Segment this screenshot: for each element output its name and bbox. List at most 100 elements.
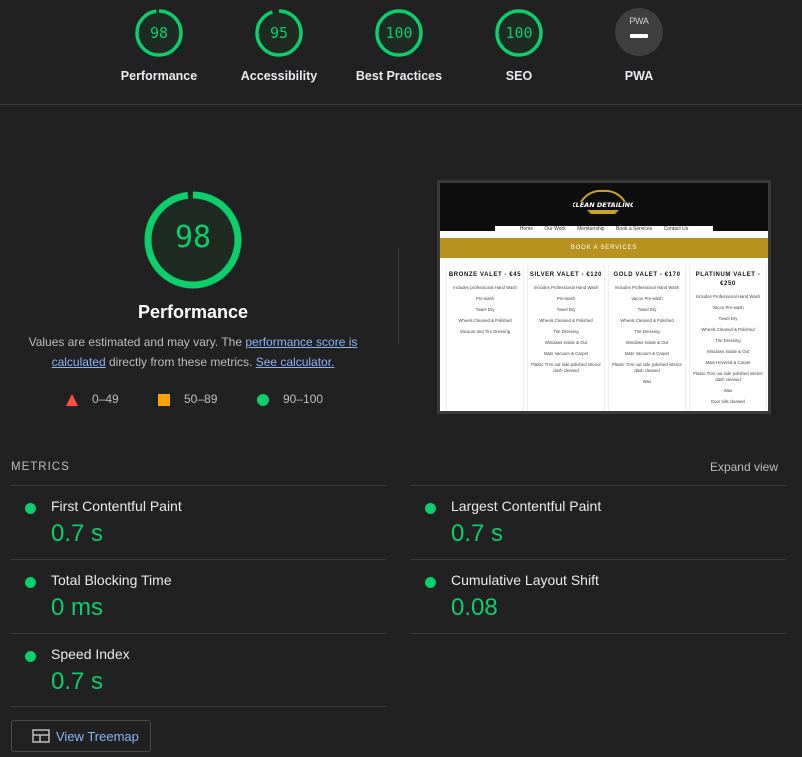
category-seo[interactable]: 100 SEO xyxy=(459,8,579,83)
pricing-card-item: Plastic Trim out side polished interior … xyxy=(693,371,763,382)
pricing-card-item: Wheels Cleaned & Polished xyxy=(701,327,755,332)
pricing-card-item: Towel Dry xyxy=(556,307,576,312)
pricing-card-item: Vacoo Pre-wash xyxy=(712,305,744,310)
metrics-divider xyxy=(411,485,786,486)
performance-score-value: 98 xyxy=(149,24,169,42)
performance-score-gauge: 98 xyxy=(134,8,184,58)
pricing-card-item: Windows Inside & Out xyxy=(544,340,588,345)
site-nav-item: Membership xyxy=(577,226,605,232)
metric-value: 0.7 s xyxy=(51,668,104,695)
metric-value: 0.08 xyxy=(451,594,498,621)
metrics-heading: METRICS xyxy=(11,461,70,473)
pricing-card-item: Tire Dressing xyxy=(553,329,579,334)
pass-circle-icon xyxy=(25,503,36,514)
metric-title: First Contentful Paint xyxy=(51,498,182,514)
seo-score-gauge: 100 xyxy=(494,8,544,58)
pricing-card-item: Tire Dressing xyxy=(634,329,660,334)
view-treemap-label: View Treemap xyxy=(56,729,139,744)
performance-title: Performance xyxy=(137,302,249,322)
metrics-divider xyxy=(11,633,386,634)
pricing-card-item: Mats Vacuum & Carpet xyxy=(624,351,670,356)
performance-category-label: Performance xyxy=(120,69,198,83)
pricing-card-item: Tire Dressing xyxy=(715,338,741,343)
metric-total-blocking-time: Total Blocking Time 0 ms xyxy=(11,561,386,633)
logo-text: KLEAN DETAILING xyxy=(573,201,633,209)
category-performance[interactable]: 98 Performance xyxy=(99,8,219,83)
view-treemap-button[interactable]: View Treemap xyxy=(11,720,151,752)
pricing-card-item: Pre-wash xyxy=(556,296,576,301)
final-screenshot[interactable]: KLEAN DETAILING Home Our Work Membership… xyxy=(437,180,771,414)
pricing-card-item: Plastic Trim out side polished interior … xyxy=(612,362,682,373)
book-services-banner: BOOK A SERVICES xyxy=(440,238,768,258)
seo-score-value: 100 xyxy=(505,24,533,42)
category-gauges-bar: 98 Performance 95 Accessibility 100 Best… xyxy=(0,0,802,105)
pwa-category-label: PWA xyxy=(624,69,654,83)
see-calculator-link[interactable]: See calculator. xyxy=(256,355,335,369)
pricing-card-title: SILVER VALET - €120 xyxy=(529,272,603,278)
site-nav-item: Home xyxy=(519,226,534,232)
metric-title: Total Blocking Time xyxy=(51,572,172,588)
pass-circle-icon xyxy=(25,577,36,588)
metrics-divider xyxy=(11,485,386,486)
pricing-card-title: GOLD VALET - €170 xyxy=(613,272,681,278)
metric-title: Cumulative Layout Shift xyxy=(451,572,599,588)
pricing-card-item: Includes Professional Hand Wash xyxy=(533,285,599,290)
best-practices-category-label: Best Practices xyxy=(355,69,443,83)
legend-pass-range: 90–100 xyxy=(283,392,324,406)
pricing-cards: BRONZE VALET - €45 Includes professional … xyxy=(446,265,767,411)
pwa-badge-text: PWA xyxy=(629,16,649,26)
expand-view-toggle[interactable]: Expand view xyxy=(710,460,778,474)
pricing-card: SILVER VALET - €120 Includes Professional… xyxy=(527,265,605,411)
pricing-card-item: Mats Vacuum & Carpet xyxy=(543,351,589,356)
pricing-card-item: Wheels Cleaned & Polished xyxy=(539,318,593,323)
pricing-card-item: Includes Professional Hand Wash xyxy=(614,285,680,290)
best-practices-score-gauge: 100 xyxy=(374,8,424,58)
category-pwa[interactable]: PWA PWA xyxy=(579,8,699,83)
pricing-card-item: Vacoo Pre-wash xyxy=(631,296,663,301)
metrics-divider xyxy=(11,706,386,707)
performance-main-gauge: 98 xyxy=(143,190,243,290)
site-nav-item: Book a Services xyxy=(616,226,653,232)
pricing-card-item: Pre-wash xyxy=(475,296,495,301)
pricing-card-title: PLATINUM VALET - €250 xyxy=(695,272,761,287)
pricing-card-item: Towel Dry xyxy=(637,307,657,312)
metric-cumulative-layout-shift: Cumulative Layout Shift 0.08 xyxy=(411,561,786,633)
pricing-card-item: Vacuum and Tire Dressing xyxy=(459,329,511,334)
pricing-card-item: Wheels Cleaned & Polished xyxy=(620,318,674,323)
pricing-card-item: Door sills cleaned xyxy=(711,399,745,404)
site-nav-item: Our Work xyxy=(544,226,566,232)
pricing-card-title: BRONZE VALET - €45 xyxy=(448,272,522,278)
site-nav: Home Our Work Membership Book a Services… xyxy=(495,226,713,232)
pricing-card-item: Windows Inside & Out xyxy=(625,340,669,345)
pricing-card-item: Wheels Cleaned & Polished xyxy=(458,318,512,323)
metric-value: 0 ms xyxy=(51,594,104,621)
category-accessibility[interactable]: 95 Accessibility xyxy=(219,8,339,83)
seo-category-label: SEO xyxy=(505,69,533,83)
metric-speed-index: Speed Index 0.7 s xyxy=(11,635,386,707)
pass-circle-icon xyxy=(425,503,436,514)
category-best-practices[interactable]: 100 Best Practices xyxy=(339,8,459,83)
performance-description: Values are estimated and may vary. The p… xyxy=(22,332,364,372)
pricing-card-item: Plastic Trim out side polished interior … xyxy=(531,362,601,373)
legend-average-range: 50–89 xyxy=(184,392,218,406)
circle-icon xyxy=(257,394,269,406)
pricing-card-item: Includes Professional Hand Wash xyxy=(695,294,761,299)
accessibility-score-gauge: 95 xyxy=(254,8,304,58)
metrics-divider xyxy=(411,559,786,560)
metric-value: 0.7 s xyxy=(51,520,104,547)
klean-detailing-logo: KLEAN DETAILING xyxy=(573,189,633,214)
metrics-divider xyxy=(11,559,386,560)
treemap-icon xyxy=(32,729,50,743)
square-icon xyxy=(158,394,170,406)
pricing-card-item: Towel Dry xyxy=(718,316,738,321)
metric-value: 0.7 s xyxy=(451,520,504,547)
pricing-card-item: Windows Inside & Out xyxy=(706,349,750,354)
description-text-mid: directly from these metrics. xyxy=(105,355,256,369)
triangle-icon xyxy=(66,394,78,406)
performance-main-score: 98 xyxy=(174,220,212,255)
pricing-card-item: Wax xyxy=(723,388,733,393)
pwa-dash-icon xyxy=(630,34,648,38)
metric-title: Largest Contentful Paint xyxy=(451,498,602,514)
pwa-badge-icon: PWA xyxy=(615,8,663,56)
pricing-card: GOLD VALET - €170 Includes Professional H… xyxy=(608,265,686,411)
